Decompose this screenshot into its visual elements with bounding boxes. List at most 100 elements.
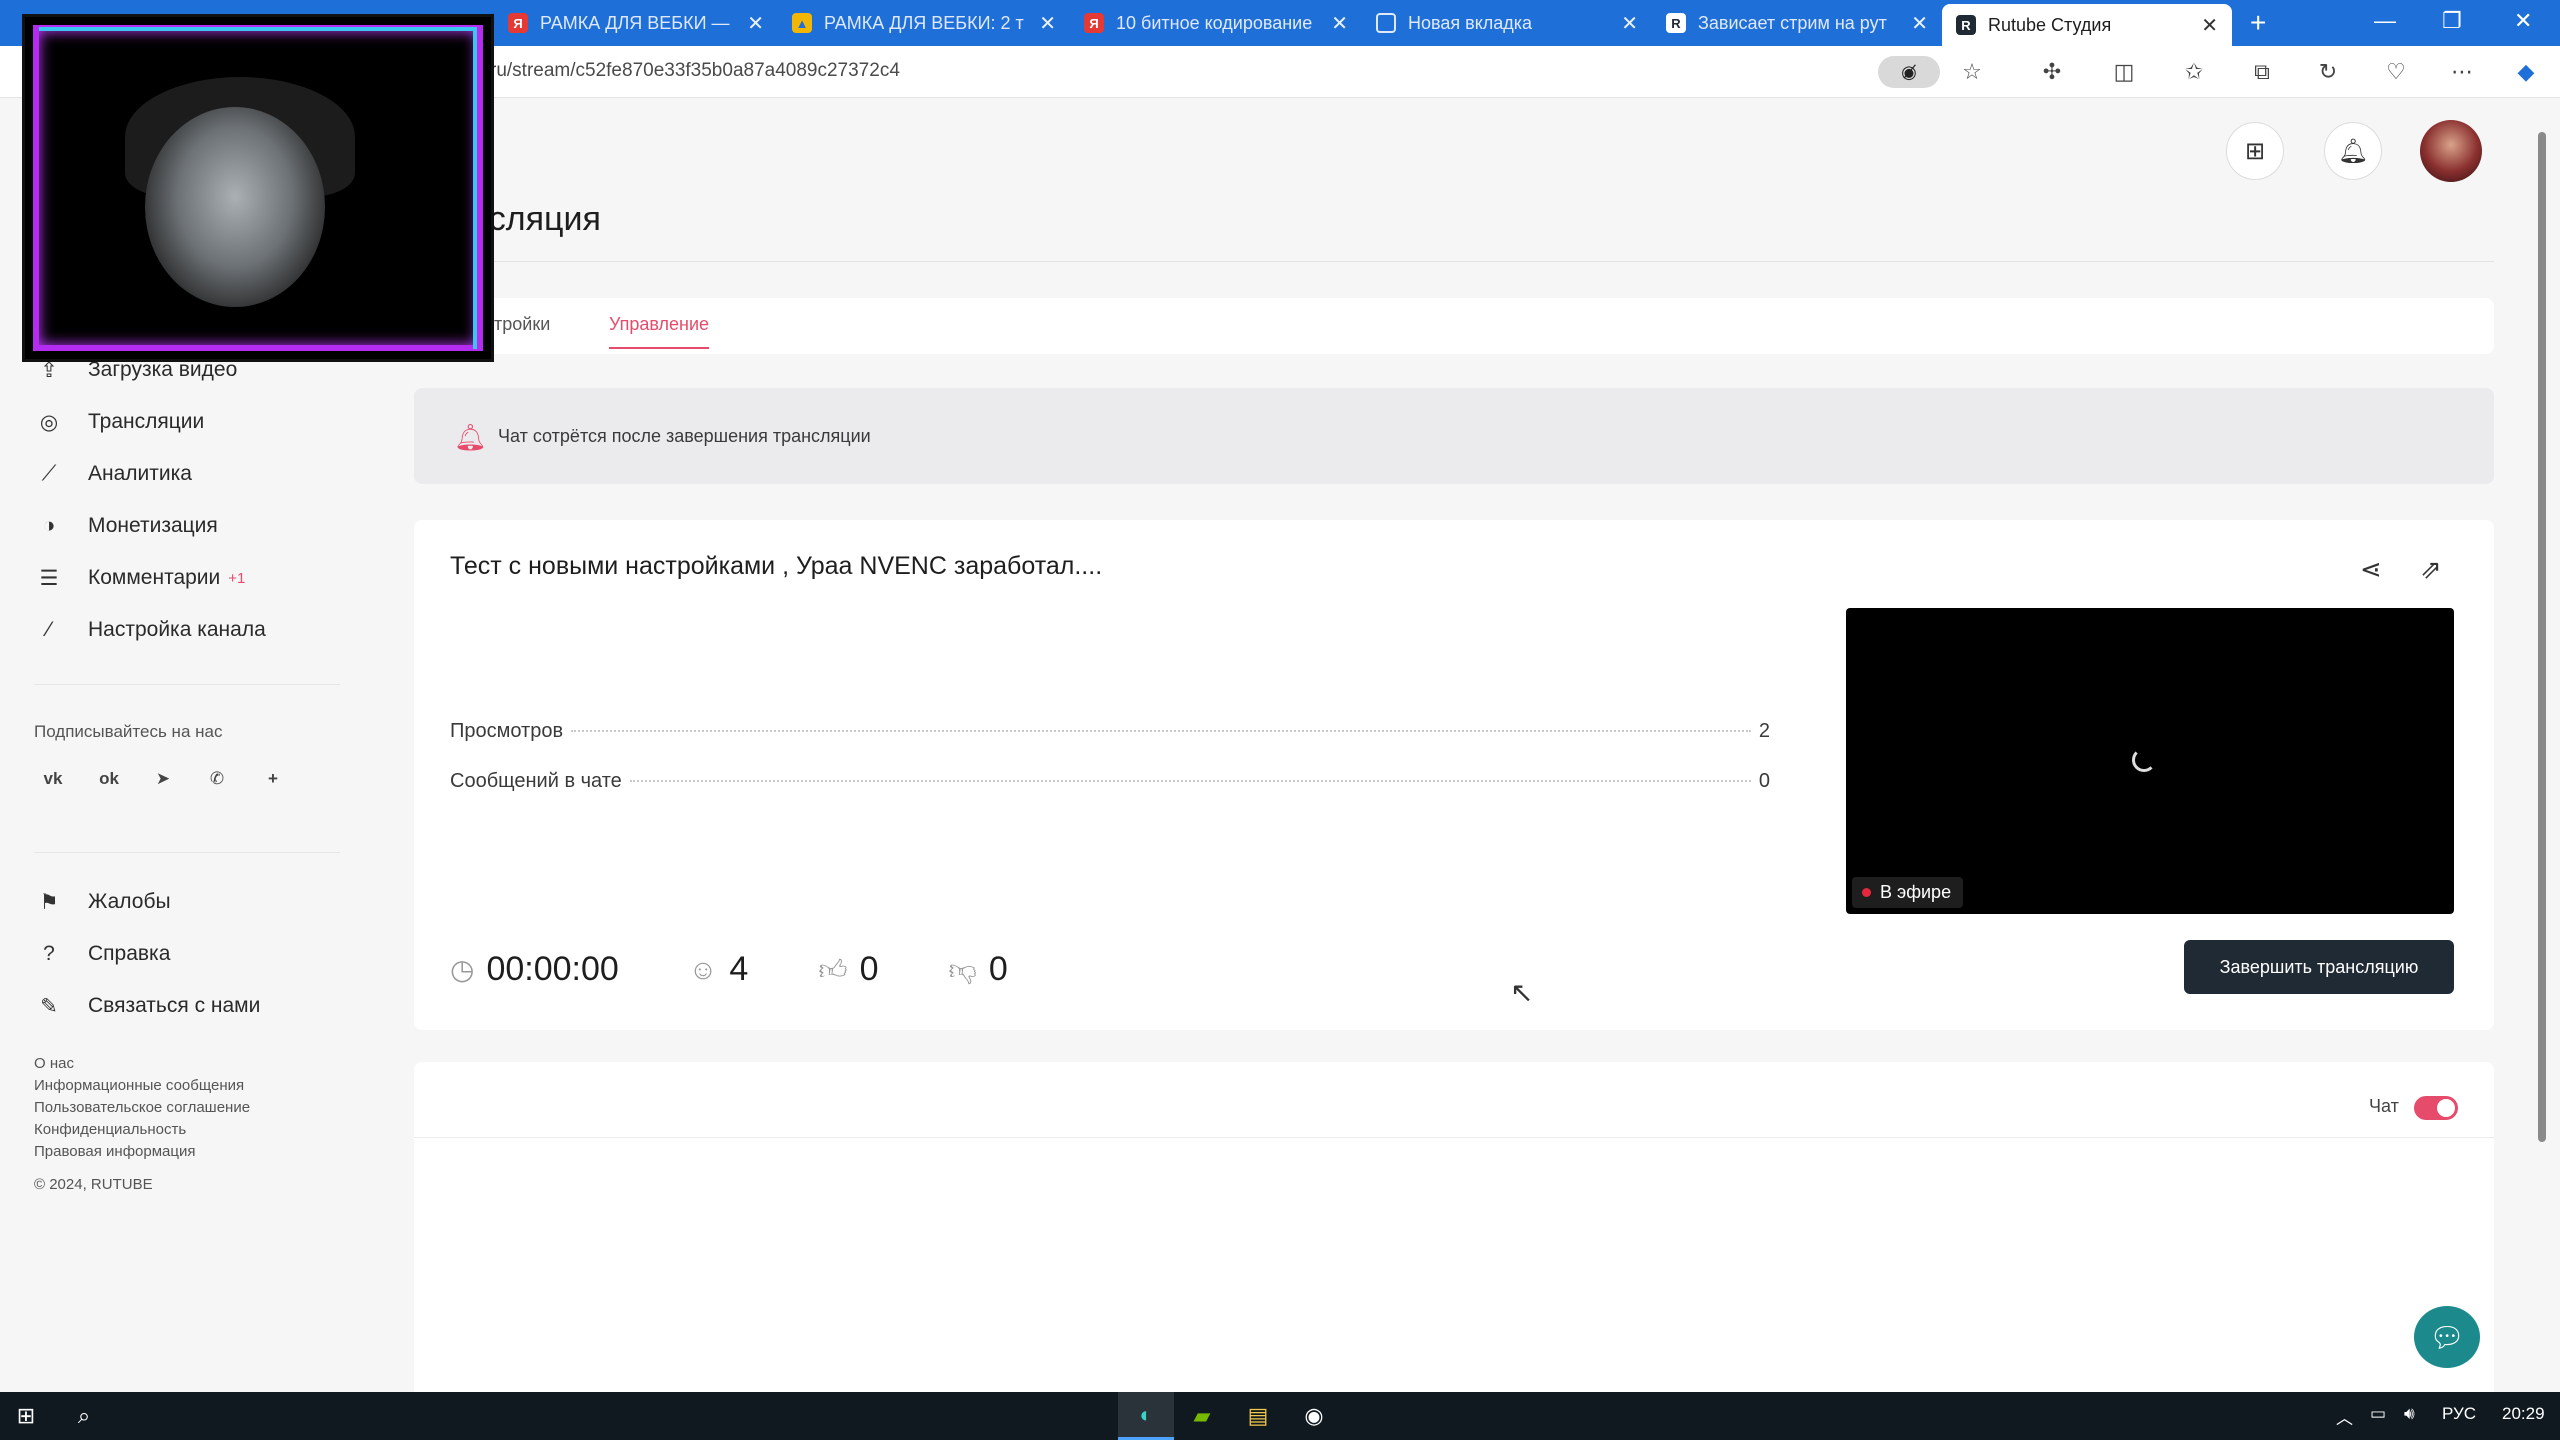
- hide-eye-icon[interactable]: ◉̸: [1878, 56, 1940, 88]
- copyright: © 2024, RUTUBE: [34, 1176, 153, 1193]
- metric-dislikes: 👎︎ 0: [949, 950, 1008, 989]
- chat-card: Чат: [414, 1062, 2494, 1402]
- viewer-icon: ☺: [688, 953, 718, 985]
- stat-value: 2: [1758, 720, 1770, 742]
- close-icon[interactable]: ✕: [2201, 13, 2218, 38]
- new-tab-button[interactable]: +: [2250, 6, 2266, 40]
- sidebar-item-label: Трансляции: [88, 410, 205, 433]
- loading-spinner-icon: [2132, 748, 2156, 772]
- copilot-icon[interactable]: ◆: [2512, 58, 2540, 86]
- close-window-icon[interactable]: ✕: [2514, 8, 2532, 34]
- open-external-icon[interactable]: ⇗: [2420, 554, 2442, 585]
- notifications-button[interactable]: 🔔︎: [2324, 122, 2382, 180]
- windows-start-icon[interactable]: ⊞: [0, 1392, 52, 1440]
- sidebar-item-contact[interactable]: ✎ Связаться с нами: [34, 988, 260, 1024]
- network-icon[interactable]: ▭: [2370, 1404, 2386, 1424]
- sidebar-item-analytics[interactable]: ⟋ Аналитика: [34, 456, 192, 492]
- thumbs-down-icon: 👎︎: [948, 953, 977, 985]
- stream-preview[interactable]: В эфире: [1846, 608, 2454, 914]
- browser-essentials-icon[interactable]: ♡: [2382, 58, 2410, 86]
- edge-browser-icon[interactable]: ◐: [1118, 1392, 1174, 1440]
- vk-icon[interactable]: vk: [36, 762, 70, 796]
- broadcast-icon: ◎: [39, 410, 59, 434]
- language-indicator[interactable]: РУС: [2442, 1404, 2476, 1424]
- tab-label: Rutube Студия: [1988, 14, 2112, 35]
- comments-icon: ☰: [39, 566, 59, 590]
- bell-icon: 🔔︎: [2337, 137, 2369, 165]
- split-screen-icon[interactable]: ◫: [2110, 58, 2138, 86]
- extensions-icon[interactable]: ✣: [2038, 58, 2066, 86]
- url-field[interactable]: ru/stream/c52fe870e33f35b0a87a4089c27372…: [490, 60, 900, 82]
- search-icon[interactable]: ⌕: [58, 1392, 110, 1440]
- analytics-icon: ⟋: [41, 462, 57, 485]
- sidebar-item-channel-settings[interactable]: ⁄ Настройка канала: [34, 612, 266, 648]
- browser-tab[interactable]: Новая вкладка ✕: [1362, 6, 1652, 40]
- collections-icon[interactable]: ⧉: [2248, 58, 2276, 86]
- flag-icon: ⚑: [39, 890, 59, 914]
- divider: [34, 852, 340, 853]
- sidebar-item-label: Комментарии: [88, 566, 221, 589]
- windows-taskbar: ⊞ ⌕ ◐ ▰ ▤ ◉ ︿ ▭ 🔊︎ РУС 20:29: [0, 1392, 2560, 1440]
- telegram-icon[interactable]: ➤: [146, 762, 180, 796]
- browser-tab[interactable]: Я РАМКА ДЛЯ ВЕБКИ — Я ✕: [494, 6, 778, 40]
- alarm-bell-icon: 🔔︎: [454, 422, 488, 452]
- browser-tab-active[interactable]: R Rutube Студия ✕: [1942, 4, 2232, 46]
- chat-toggle[interactable]: [2414, 1096, 2458, 1120]
- obs-icon[interactable]: ◉: [1286, 1392, 1342, 1440]
- more-menu-icon[interactable]: ⋯: [2448, 58, 2476, 86]
- yandex-icon: Я: [508, 13, 528, 33]
- support-chat-button[interactable]: 💬︎: [2414, 1306, 2480, 1368]
- close-icon[interactable]: ✕: [1331, 11, 1348, 36]
- file-explorer-icon[interactable]: ▤: [1230, 1392, 1286, 1440]
- share-icon[interactable]: ⋖: [2360, 554, 2382, 585]
- minimize-icon[interactable]: —: [2374, 8, 2396, 34]
- volume-icon[interactable]: 🔊︎: [2404, 1404, 2415, 1424]
- notice-text: Чат сотрётся после завершения трансляции: [498, 426, 871, 446]
- favorites-icon[interactable]: ✩: [2180, 58, 2208, 86]
- footer-link-legal[interactable]: Правовая информация: [34, 1143, 195, 1160]
- sidebar-item-help[interactable]: ? Справка: [34, 936, 170, 972]
- viewers-value: 4: [729, 950, 749, 988]
- browser-tab[interactable]: Я 10 битное кодирование ✕: [1070, 6, 1362, 40]
- sidebar-item-label: Справка: [88, 942, 171, 965]
- close-icon[interactable]: ✕: [1039, 11, 1056, 36]
- comments-badge: +1: [228, 569, 246, 587]
- favorite-star-icon[interactable]: ☆: [1958, 58, 1986, 86]
- footer-link-about[interactable]: О нас: [34, 1055, 74, 1072]
- scrollbar-thumb[interactable]: [2538, 132, 2546, 1142]
- clock[interactable]: 20:29: [2502, 1404, 2545, 1424]
- browser-tab[interactable]: R Зависает стрим на рут ✕: [1652, 6, 1942, 40]
- sidebar-item-label: Аналитика: [88, 462, 192, 485]
- webcam-overlay: [22, 14, 494, 362]
- tab-management[interactable]: Управление: [609, 314, 710, 349]
- tab-settings[interactable]: тройки: [494, 314, 550, 335]
- odnoklassniki-icon[interactable]: ok: [92, 762, 126, 796]
- restore-icon[interactable]: ❐: [2442, 8, 2462, 34]
- close-icon[interactable]: ✕: [747, 11, 764, 36]
- nvidia-icon[interactable]: ▰: [1174, 1392, 1230, 1440]
- end-stream-button[interactable]: Завершить трансляцию: [2184, 940, 2454, 994]
- dislikes-value: 0: [988, 950, 1008, 988]
- footer-link-agreement[interactable]: Пользовательское соглашение: [34, 1099, 250, 1116]
- more-social-icon[interactable]: +: [256, 762, 290, 796]
- add-content-button[interactable]: ⊞: [2226, 122, 2284, 180]
- chevron-up-icon[interactable]: ︿: [2336, 1404, 2353, 1429]
- footer-link-info[interactable]: Информационные сообщения: [34, 1077, 244, 1094]
- edit-icon: ✎: [40, 994, 58, 1018]
- browser-tab[interactable]: ▲ РАМКА ДЛЯ ВЕБКИ: 2 т ✕: [778, 6, 1070, 40]
- sidebar-item-broadcasts[interactable]: ◎ Трансляции: [34, 404, 204, 440]
- thumbs-up-icon: 👍︎: [818, 953, 848, 985]
- stream-card: Тест с новыми настройками , Ураа NVENC з…: [414, 520, 2494, 1030]
- close-icon[interactable]: ✕: [1911, 11, 1928, 36]
- footer-link-privacy[interactable]: Конфиденциальность: [34, 1121, 186, 1138]
- sidebar-item-comments[interactable]: ☰ Комментарии +1: [34, 560, 246, 596]
- tab-label: РАМКА ДЛЯ ВЕБКИ: 2 т: [824, 12, 1024, 33]
- sidebar-item-monetization[interactable]: ◑ Монетизация: [34, 508, 218, 544]
- close-icon[interactable]: ✕: [1621, 11, 1638, 36]
- avatar[interactable]: [2420, 120, 2482, 182]
- webcam-frame-accent: [39, 27, 477, 349]
- sidebar-item-complaints[interactable]: ⚑ Жалобы: [34, 884, 171, 920]
- stream-metrics: ◷ 00:00:00 ☺ 4 👍︎ 0 👎︎ 0: [450, 950, 1078, 989]
- history-icon[interactable]: ↻: [2314, 58, 2342, 86]
- viber-icon[interactable]: ✆: [200, 762, 234, 796]
